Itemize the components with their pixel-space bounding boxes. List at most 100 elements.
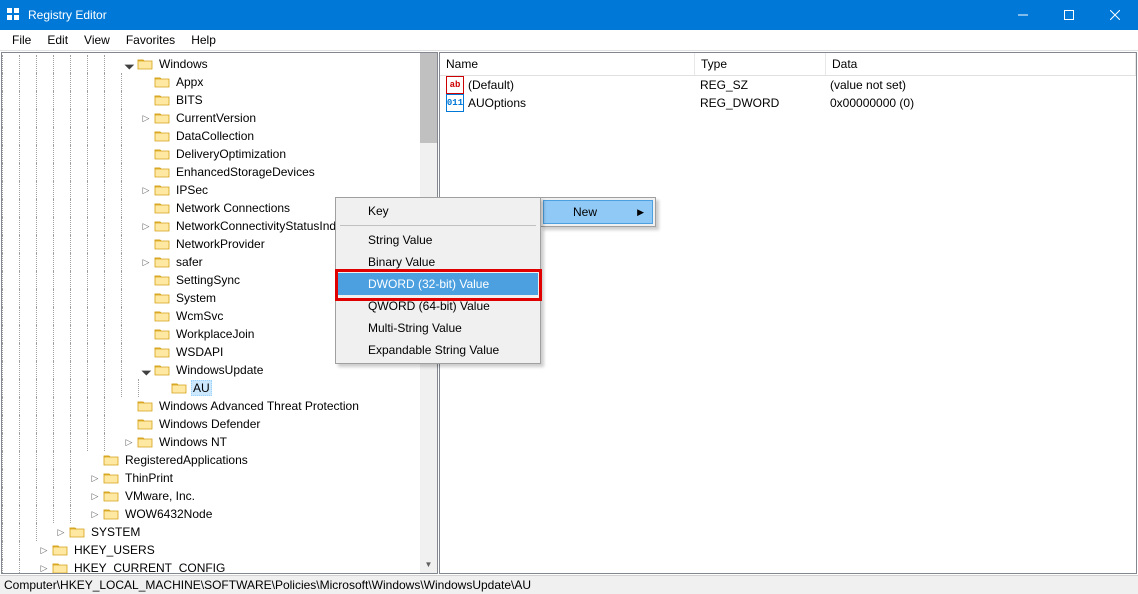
submenu-item[interactable]: QWORD (64-bit) Value <box>338 295 538 317</box>
folder-icon <box>154 111 170 125</box>
minimize-button[interactable] <box>1000 0 1046 30</box>
context-submenu-new[interactable]: Key String ValueBinary ValueDWORD (32-bit… <box>335 197 541 364</box>
close-button[interactable] <box>1092 0 1138 30</box>
tree-node[interactable]: ◢ Windows <box>2 55 437 73</box>
tree-node-label: WSDAPI <box>174 345 225 359</box>
menu-separator <box>340 225 536 226</box>
list-pane[interactable]: Name Type Data ab(Default)REG_SZ(value n… <box>439 52 1137 574</box>
folder-icon <box>171 381 187 395</box>
tree-node-label: Windows Advanced Threat Protection <box>157 399 361 413</box>
column-name[interactable]: Name <box>440 53 695 75</box>
tree-node-label: SYSTEM <box>89 525 142 539</box>
tree-node-label: EnhancedStorageDevices <box>174 165 317 179</box>
tree-node[interactable]: ▷ SYSTEM <box>2 523 437 541</box>
submenu-item[interactable]: String Value <box>338 229 538 251</box>
folder-icon <box>154 291 170 305</box>
tree-node[interactable]: EnhancedStorageDevices <box>2 163 437 181</box>
folder-icon <box>154 273 170 287</box>
tree-node[interactable]: RegisteredApplications <box>2 451 437 469</box>
tree-toggle-icon[interactable]: ▷ <box>53 527 69 538</box>
list-row[interactable]: ab(Default)REG_SZ(value not set) <box>440 76 1136 94</box>
tree-node[interactable]: ▷ HKEY_USERS <box>2 541 437 559</box>
maximize-button[interactable] <box>1046 0 1092 30</box>
tree-node[interactable]: ▷ThinPrint <box>2 469 437 487</box>
folder-icon <box>52 561 68 574</box>
value-type: REG_DWORD <box>700 96 779 110</box>
tree-node[interactable]: Windows Advanced Threat Protection <box>2 397 437 415</box>
folder-icon <box>137 399 153 413</box>
column-type[interactable]: Type <box>695 53 826 75</box>
tree-node[interactable]: DataCollection <box>2 127 437 145</box>
folder-icon <box>154 93 170 107</box>
binary-value-icon: 011 <box>446 94 464 112</box>
tree-node[interactable]: ▷WOW6432Node <box>2 505 437 523</box>
tree-toggle-icon[interactable]: ◢ <box>121 59 137 70</box>
column-data[interactable]: Data <box>826 53 1136 75</box>
tree-node-label: SettingSync <box>174 273 242 287</box>
menu-edit[interactable]: Edit <box>39 31 76 49</box>
folder-icon <box>154 183 170 197</box>
tree-node-label: VMware, Inc. <box>123 489 197 503</box>
tree-node[interactable]: DeliveryOptimization <box>2 145 437 163</box>
folder-icon <box>103 489 119 503</box>
tree-node-label: Windows <box>157 57 210 71</box>
tree-toggle-icon[interactable]: ▷ <box>87 473 103 484</box>
tree-node[interactable]: BITS <box>2 91 437 109</box>
scroll-down-icon[interactable]: ▼ <box>420 556 437 573</box>
tree-node[interactable]: ▷CurrentVersion <box>2 109 437 127</box>
tree-node-label: BITS <box>174 93 205 107</box>
tree-toggle-icon[interactable]: ▷ <box>36 545 52 556</box>
scroll-thumb[interactable] <box>420 53 437 143</box>
folder-icon <box>103 453 119 467</box>
tree-node-label: HKEY_CURRENT_CONFIG <box>72 561 227 574</box>
tree-node[interactable]: Windows Defender <box>2 415 437 433</box>
value-name: AUOptions <box>468 96 526 110</box>
tree-node-label: RegisteredApplications <box>123 453 250 467</box>
tree-toggle-icon[interactable]: ▷ <box>87 491 103 502</box>
tree-toggle-icon[interactable]: ▷ <box>121 437 137 448</box>
tree-node-label: safer <box>174 255 205 269</box>
context-menu-new-label: New <box>573 205 597 219</box>
tree-node[interactable]: ▷ VMware, Inc. <box>2 487 437 505</box>
submenu-item[interactable]: Key <box>338 200 538 222</box>
tree-toggle-icon[interactable]: ▷ <box>138 185 154 196</box>
tree-toggle-icon[interactable]: ▷ <box>87 509 103 520</box>
statusbar-path: Computer\HKEY_LOCAL_MACHINE\SOFTWARE\Pol… <box>4 578 531 592</box>
tree-node[interactable]: ▷Windows NT <box>2 433 437 451</box>
tree-node[interactable]: ▷ HKEY_CURRENT_CONFIG <box>2 559 437 574</box>
folder-icon <box>154 165 170 179</box>
list-row[interactable]: 011AUOptionsREG_DWORD0x00000000 (0) <box>440 94 1136 112</box>
list-body[interactable]: ab(Default)REG_SZ(value not set)011 AUOpt… <box>440 76 1136 112</box>
submenu-item[interactable]: Binary Value <box>338 251 538 273</box>
tree-node-label: WorkplaceJoin <box>174 327 256 341</box>
chevron-right-icon: ▶ <box>637 207 644 218</box>
context-menu-new[interactable]: New ▶ <box>543 200 653 224</box>
folder-icon <box>103 471 119 485</box>
folder-icon <box>154 255 170 269</box>
tree-toggle-icon[interactable]: ▷ <box>138 113 154 124</box>
menu-file[interactable]: File <box>4 31 39 49</box>
submenu-item[interactable]: Expandable String Value <box>338 339 538 361</box>
value-data: (value not set) <box>830 78 906 92</box>
folder-icon <box>154 129 170 143</box>
tree-node[interactable]: Appx <box>2 73 437 91</box>
submenu-item[interactable]: Multi-String Value <box>338 317 538 339</box>
tree-toggle-icon[interactable]: ▷ <box>138 221 154 232</box>
context-menu[interactable]: New ▶ <box>540 197 656 227</box>
tree-toggle-icon[interactable]: ▷ <box>138 257 154 268</box>
folder-icon <box>154 327 170 341</box>
menu-view[interactable]: View <box>76 31 118 49</box>
tree-node-label: HKEY_USERS <box>72 543 157 557</box>
tree-toggle-icon[interactable]: ▷ <box>36 563 52 574</box>
app-icon <box>6 7 22 23</box>
list-header: Name Type Data <box>440 53 1136 76</box>
tree-node[interactable]: AU <box>2 379 437 397</box>
tree-node-label: DeliveryOptimization <box>174 147 288 161</box>
tree-toggle-icon[interactable]: ◢ <box>138 365 154 376</box>
statusbar: Computer\HKEY_LOCAL_MACHINE\SOFTWARE\Pol… <box>0 575 1138 594</box>
menu-favorites[interactable]: Favorites <box>118 31 183 49</box>
menu-help[interactable]: Help <box>183 31 224 49</box>
tree-node-label: DataCollection <box>174 129 256 143</box>
menubar: File Edit View Favorites Help <box>0 30 1138 51</box>
submenu-item[interactable]: DWORD (32-bit) Value <box>338 273 538 295</box>
